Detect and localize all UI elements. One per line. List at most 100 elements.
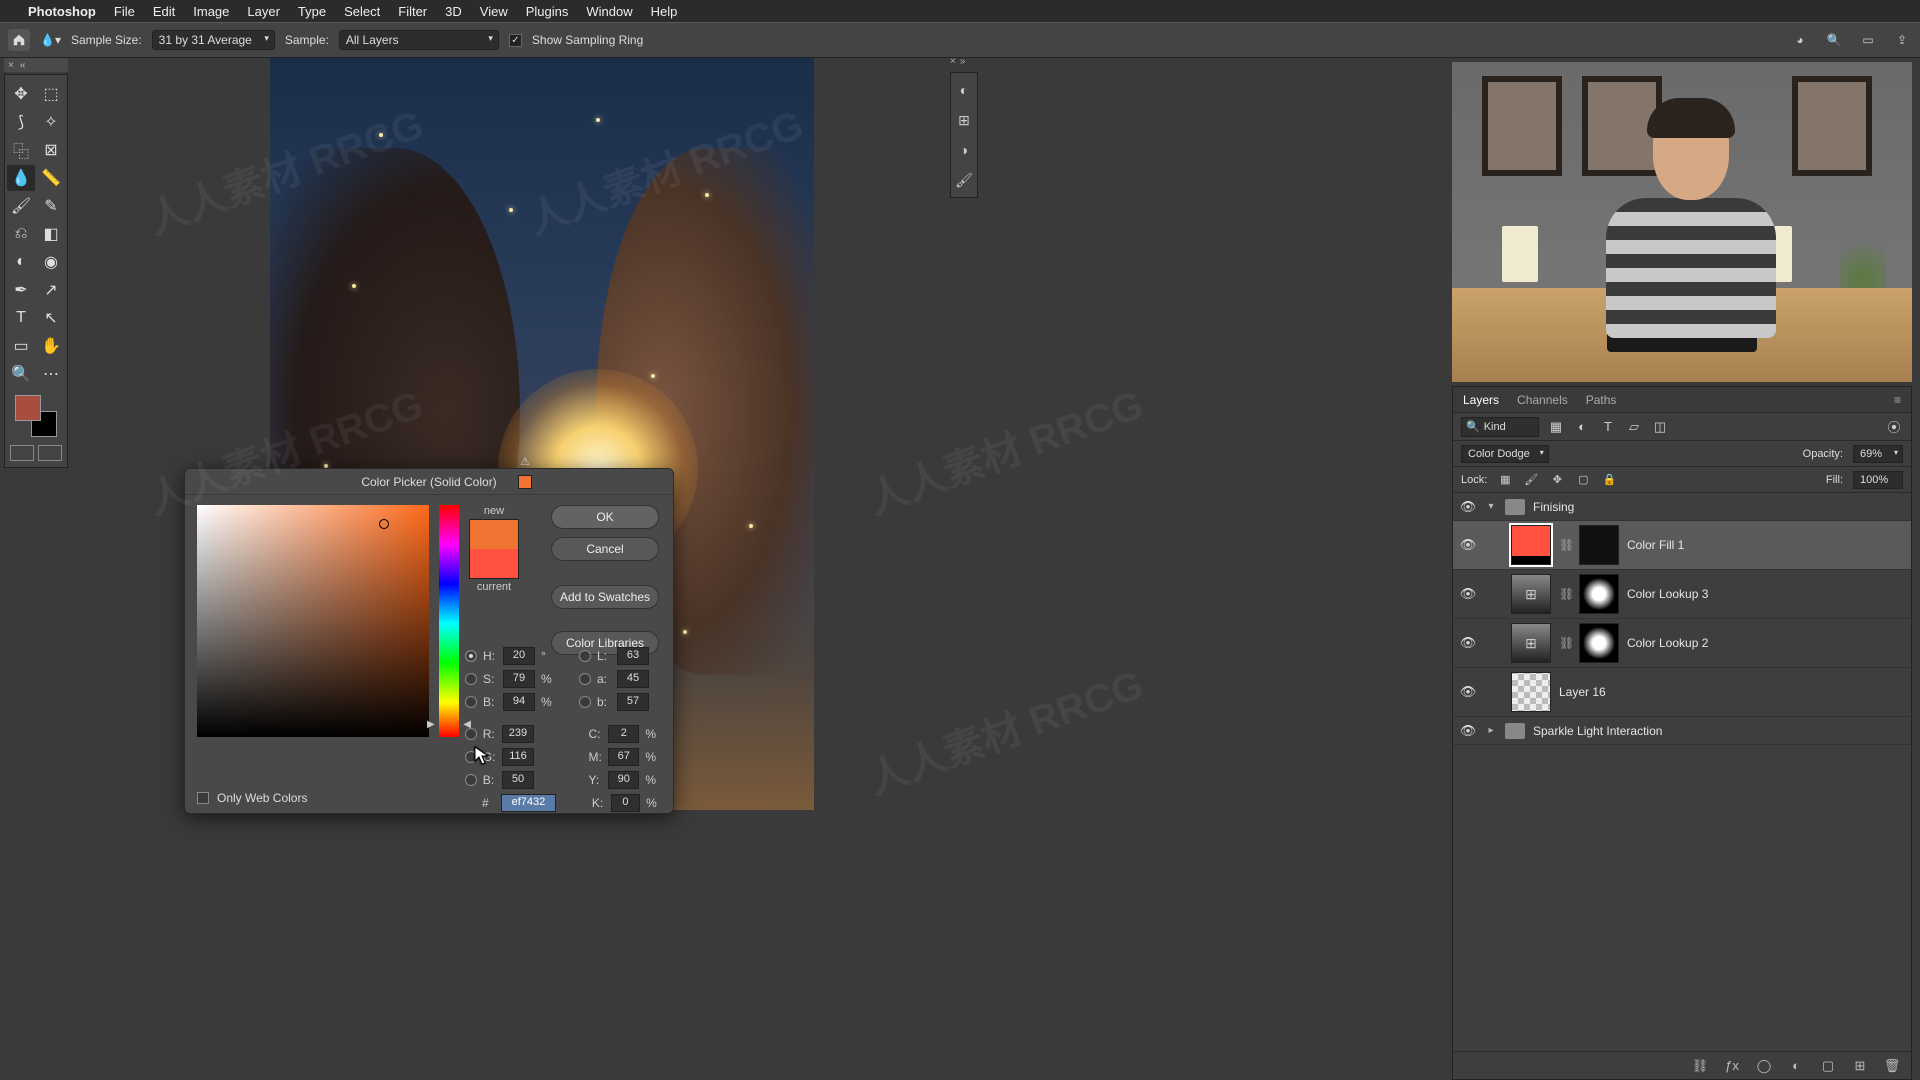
foreground-swatch[interactable]: [15, 395, 41, 421]
doc-tab-strip[interactable]: ×«: [4, 58, 68, 72]
new-layer-icon[interactable]: ⊞: [1851, 1057, 1869, 1075]
menu-type[interactable]: Type: [298, 4, 326, 19]
menu-file[interactable]: File: [114, 4, 135, 19]
swatches-panel-icon[interactable]: ⊞: [955, 111, 973, 129]
menu-view[interactable]: View: [480, 4, 508, 19]
filter-adjust-icon[interactable]: ◐: [1573, 418, 1591, 436]
color-swatches[interactable]: [15, 395, 57, 437]
crop-tool[interactable]: ⿻: [7, 137, 35, 163]
h-input[interactable]: 20: [503, 647, 535, 665]
adjustments-panel-icon[interactable]: ◑: [955, 141, 973, 159]
layer-name[interactable]: Color Lookup 3: [1627, 587, 1708, 601]
fill-input[interactable]: 100%: [1853, 471, 1903, 489]
menu-3d[interactable]: 3D: [445, 4, 462, 19]
layer-thumb[interactable]: ⊞: [1511, 574, 1551, 614]
ruler-tool[interactable]: 📏: [37, 165, 65, 191]
blur-tool[interactable]: ◉: [37, 249, 65, 275]
panel-menu-icon[interactable]: ≡: [1894, 393, 1901, 407]
cloud-docs-icon[interactable]: ◕: [1790, 30, 1810, 50]
layer-thumb[interactable]: ⊞: [1511, 623, 1551, 663]
home-button[interactable]: [8, 29, 30, 51]
k-input[interactable]: 0: [611, 794, 641, 812]
menu-image[interactable]: Image: [193, 4, 229, 19]
hue-slider[interactable]: [439, 505, 459, 737]
app-name[interactable]: Photoshop: [28, 4, 96, 19]
blend-mode-select[interactable]: Color Dodge: [1461, 445, 1549, 463]
adjustment-icon[interactable]: ◐: [1787, 1057, 1805, 1075]
menu-help[interactable]: Help: [651, 4, 678, 19]
visibility-toggle[interactable]: 👁: [1459, 635, 1477, 651]
sample-size-select[interactable]: 31 by 31 Average: [152, 30, 275, 50]
layer-filter-select[interactable]: 🔍Kind: [1461, 417, 1539, 437]
current-color-swatch[interactable]: [470, 549, 518, 578]
menu-select[interactable]: Select: [344, 4, 380, 19]
layer-thumb[interactable]: [1511, 672, 1551, 712]
hsb-b-radio[interactable]: [465, 696, 477, 708]
lock-trans-icon[interactable]: ▦: [1497, 472, 1513, 488]
filter-shape-icon[interactable]: ▱: [1625, 418, 1643, 436]
menu-layer[interactable]: Layer: [247, 4, 280, 19]
visibility-toggle[interactable]: 👁: [1459, 586, 1477, 602]
lasso-tool[interactable]: ⟆: [7, 109, 35, 135]
s-input[interactable]: 79: [503, 670, 535, 688]
opacity-input[interactable]: 69%: [1853, 445, 1903, 463]
ok-button[interactable]: OK: [551, 505, 659, 529]
mask-link-icon[interactable]: ⛓: [1559, 636, 1571, 650]
mask-icon[interactable]: ◯: [1755, 1057, 1773, 1075]
lock-artboard-icon[interactable]: ▢: [1575, 472, 1591, 488]
layer-thumb[interactable]: [1511, 525, 1551, 565]
mask-thumb[interactable]: [1579, 525, 1619, 565]
eyedropper-tool[interactable]: 💧: [7, 165, 35, 191]
labb-input[interactable]: 57: [617, 693, 649, 711]
brushes-panel-icon[interactable]: 🖌: [955, 171, 973, 189]
sample-layers-select[interactable]: All Layers: [339, 30, 499, 50]
visibility-toggle[interactable]: 👁: [1459, 537, 1477, 553]
clone-tool[interactable]: ⎌: [7, 221, 35, 247]
rgb-g-radio[interactable]: [465, 751, 477, 763]
menu-window[interactable]: Window: [586, 4, 632, 19]
rgb-r-radio[interactable]: [465, 728, 477, 740]
shape-tool[interactable]: ▭: [7, 333, 35, 359]
group-twirl-icon[interactable]: ▾: [1485, 501, 1497, 512]
eraser-tool[interactable]: ◧: [37, 221, 65, 247]
tab-paths[interactable]: Paths: [1586, 393, 1617, 407]
gradient-tool[interactable]: ◐: [7, 249, 35, 275]
hsb-h-radio[interactable]: [465, 650, 477, 662]
layer-name[interactable]: Sparkle Light Interaction: [1533, 724, 1662, 738]
a-input[interactable]: 45: [617, 670, 649, 688]
b-input[interactable]: 94: [503, 693, 535, 711]
quickmask-toggle[interactable]: [10, 445, 34, 461]
warning-icon[interactable]: ⚠: [520, 455, 530, 468]
lock-paint-icon[interactable]: 🖌: [1523, 472, 1539, 488]
delete-icon[interactable]: 🗑: [1883, 1057, 1901, 1075]
mask-link-icon[interactable]: ⛓: [1559, 538, 1571, 552]
menu-plugins[interactable]: Plugins: [526, 4, 569, 19]
magic-wand-tool[interactable]: ✧: [37, 109, 65, 135]
lab-a-radio[interactable]: [579, 673, 591, 685]
lab-b-radio[interactable]: [579, 696, 591, 708]
layer-group-finishing[interactable]: 👁 ▾ Finising: [1453, 493, 1911, 521]
color-field[interactable]: [197, 505, 429, 737]
marquee-tool[interactable]: ⬚: [37, 81, 65, 107]
m-input[interactable]: 67: [608, 748, 639, 766]
visibility-toggle[interactable]: 👁: [1459, 499, 1477, 515]
share-icon[interactable]: ⇪: [1892, 30, 1912, 50]
search-icon[interactable]: 🔍: [1824, 30, 1844, 50]
brush-tool[interactable]: 🖌: [7, 193, 35, 219]
zoom-tool[interactable]: 🔍: [7, 361, 35, 387]
layer-color-lookup-3[interactable]: 👁 ⊞ ⛓ Color Lookup 3: [1453, 570, 1911, 619]
mask-thumb[interactable]: [1579, 574, 1619, 614]
tab-layers[interactable]: Layers: [1463, 393, 1499, 407]
y-input[interactable]: 90: [608, 771, 639, 789]
color-panel-icon[interactable]: ◐: [955, 81, 973, 99]
direct-select-tool[interactable]: ↖: [37, 305, 65, 331]
path-tool[interactable]: ↗: [37, 277, 65, 303]
l-input[interactable]: 63: [617, 647, 649, 665]
layer-name[interactable]: Color Fill 1: [1627, 538, 1684, 552]
filter-pixel-icon[interactable]: ▦: [1547, 418, 1565, 436]
frame-tool[interactable]: ⊠: [37, 137, 65, 163]
layer-name[interactable]: Finising: [1533, 500, 1574, 514]
lab-l-radio[interactable]: [579, 650, 591, 662]
bb-input[interactable]: 50: [502, 771, 533, 789]
lock-pos-icon[interactable]: ✥: [1549, 472, 1565, 488]
